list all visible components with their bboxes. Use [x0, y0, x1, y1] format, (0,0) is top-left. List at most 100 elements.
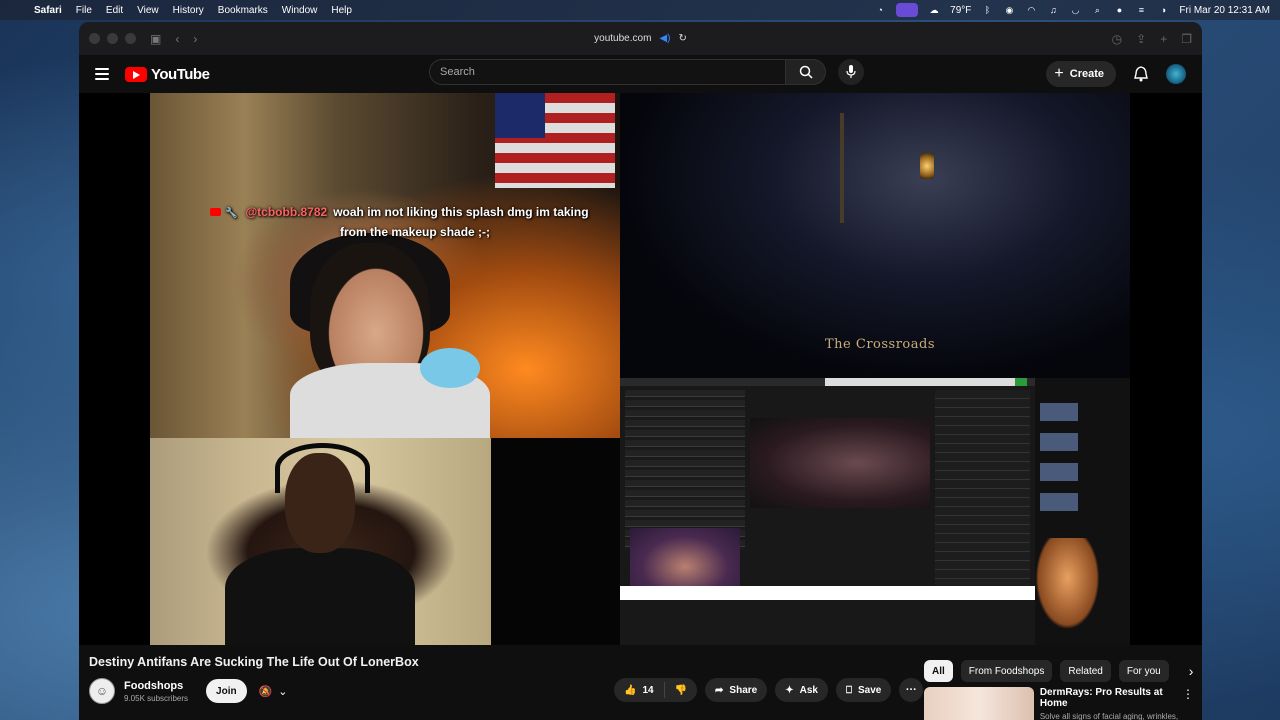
notifications-bell-icon[interactable]: [1134, 66, 1148, 82]
embedded-chat: [625, 390, 745, 550]
share-button[interactable]: ➦ Share: [705, 678, 768, 702]
chevron-down-icon: ⌄: [278, 685, 288, 698]
chat-overlay: 🔧 @tcbobb.8782 woah im not liking this spl…: [210, 203, 610, 242]
related-chips: All From Foodshops Related For you ›: [924, 660, 1193, 682]
sponsored-ad[interactable]: DermRays: Pro Results at Home Solve all …: [924, 687, 1194, 720]
menu-app-name[interactable]: Safari: [34, 5, 62, 16]
ask-button[interactable]: ✦ Ask: [775, 678, 828, 702]
weather-icon[interactable]: ☁: [928, 5, 940, 15]
bell-off-icon: 🔕: [258, 685, 273, 698]
more-icon: ···: [905, 684, 917, 696]
wrench-icon: 🔧: [225, 208, 238, 219]
bluetooth-icon[interactable]: ᛒ: [981, 5, 993, 15]
embedded-thumb: [1040, 463, 1078, 481]
channel-avatar[interactable]: ☺: [89, 678, 115, 704]
audio-icon[interactable]: ♫: [1047, 5, 1059, 15]
embedded-panel: [935, 390, 1030, 590]
close-window-button[interactable]: [89, 33, 100, 44]
user-icon[interactable]: ●: [1113, 5, 1125, 15]
chip-all[interactable]: All: [924, 660, 953, 682]
headphones-icon[interactable]: ◠: [1025, 5, 1037, 15]
save-label: Save: [857, 684, 882, 696]
sidebar-toggle-icon[interactable]: ▣: [150, 32, 161, 46]
streamer-webcam: [150, 93, 620, 443]
ad-menu-icon[interactable]: ⋮: [1182, 687, 1194, 720]
search-icon[interactable]: ⌕: [1091, 5, 1103, 15]
save-button[interactable]: ⎕ Save: [835, 678, 892, 702]
tab-overview-icon[interactable]: ❐: [1181, 32, 1192, 46]
url-text[interactable]: youtube.com: [594, 33, 651, 44]
ask-label: Ask: [799, 684, 818, 696]
notification-settings-button[interactable]: 🔕 ⌄: [259, 685, 288, 698]
voice-search-button[interactable]: [838, 59, 864, 85]
search-icon: [799, 65, 813, 79]
control-center-icon[interactable]: ≡: [1135, 5, 1147, 15]
join-button[interactable]: Join: [206, 679, 247, 703]
audio-playing-icon[interactable]: ◀): [659, 33, 670, 44]
embedded-stream-screen: [620, 378, 1130, 645]
ad-text: DermRays: Pro Results at Home Solve all …: [1040, 687, 1182, 720]
youtube-header: YouTube Search + Create: [79, 55, 1202, 93]
menu-help[interactable]: Help: [331, 5, 352, 16]
menu-window[interactable]: Window: [282, 5, 318, 16]
chat-username: @tcbobb.8782: [245, 205, 328, 219]
back-icon[interactable]: ‹: [175, 32, 179, 46]
chip-related[interactable]: Related: [1060, 660, 1111, 682]
share-icon: ➦: [715, 684, 724, 696]
channel-name[interactable]: Foodshops: [124, 680, 188, 692]
game-caption: The Crossroads: [825, 337, 935, 352]
embedded-thumb: [1040, 433, 1078, 451]
more-actions-button[interactable]: ···: [899, 678, 924, 702]
menu-view[interactable]: View: [137, 5, 159, 16]
chevron-right-icon[interactable]: ›: [1189, 663, 1194, 679]
chip-for-you[interactable]: For you: [1118, 660, 1169, 682]
channel-info: Foodshops 9.05K subscribers: [124, 680, 188, 703]
search-button[interactable]: [786, 59, 826, 85]
chat-message-line2: from the makeup shade ;-;: [340, 225, 491, 239]
vpn-icon[interactable]: ◉: [1003, 5, 1015, 15]
zoom-window-button[interactable]: [125, 33, 136, 44]
embedded-video: [750, 418, 930, 508]
chip-from-foodshops[interactable]: From Foodshops: [960, 660, 1053, 682]
youtube-play-icon: [125, 66, 147, 82]
forward-icon[interactable]: ›: [193, 32, 197, 46]
ad-thumbnail[interactable]: [924, 687, 1034, 720]
search-input[interactable]: Search: [429, 59, 786, 85]
chat-message-line1: woah im not liking this splash dmg im ta…: [333, 205, 589, 219]
thumbs-down-icon: 👎: [674, 684, 688, 696]
account-avatar[interactable]: [1166, 64, 1186, 84]
embedded-thumb: [1040, 493, 1078, 511]
minimize-window-button[interactable]: [107, 33, 118, 44]
address-bar[interactable]: youtube.com ◀) ↻: [594, 33, 687, 44]
video-player[interactable]: The Crossroads 🔧 @tcbobb.8782 woah im no…: [79, 93, 1202, 645]
menu-history[interactable]: History: [173, 5, 204, 16]
search-bar: Search: [429, 59, 864, 85]
action-bar: 👍 14 👎 ➦ Share ✦ Ask ⎕ Save ···: [614, 678, 924, 702]
headphones: [275, 443, 370, 493]
subscriber-count: 9.05K subscribers: [124, 693, 189, 703]
control-icon[interactable]: ◔: [874, 5, 886, 15]
weather-text[interactable]: 79°F: [950, 5, 971, 16]
status-app-icon[interactable]: [896, 3, 919, 17]
menu-bookmarks[interactable]: Bookmarks: [218, 5, 268, 16]
ad-description: Solve all signs of facial aging, wrinkle…: [1039, 712, 1179, 720]
clock[interactable]: Fri Mar 20 12:31 AM: [1179, 5, 1270, 16]
video-frame: The Crossroads 🔧 @tcbobb.8782 woah im no…: [150, 93, 1130, 645]
mascot-overlay: [1030, 538, 1105, 638]
ad-title[interactable]: DermRays: Pro Results at Home: [1040, 687, 1182, 709]
history-icon[interactable]: ◷: [1112, 32, 1122, 46]
menu-file[interactable]: File: [76, 5, 92, 16]
dislike-button[interactable]: 👎: [665, 685, 697, 696]
like-button[interactable]: 👍 14: [614, 682, 665, 698]
menu-edit[interactable]: Edit: [106, 5, 123, 16]
youtube-logo[interactable]: YouTube: [125, 66, 210, 83]
reload-icon[interactable]: ↻: [678, 33, 686, 44]
siri-icon[interactable]: ◑: [1157, 5, 1169, 15]
share-browser-icon[interactable]: ⇪: [1136, 32, 1146, 46]
wifi-icon[interactable]: ◡: [1069, 5, 1081, 15]
plus-icon: +: [1054, 65, 1064, 82]
create-button[interactable]: + Create: [1046, 61, 1116, 87]
menu-icon[interactable]: [95, 68, 109, 80]
new-tab-icon[interactable]: +: [1160, 32, 1167, 46]
second-webcam: [150, 438, 491, 645]
